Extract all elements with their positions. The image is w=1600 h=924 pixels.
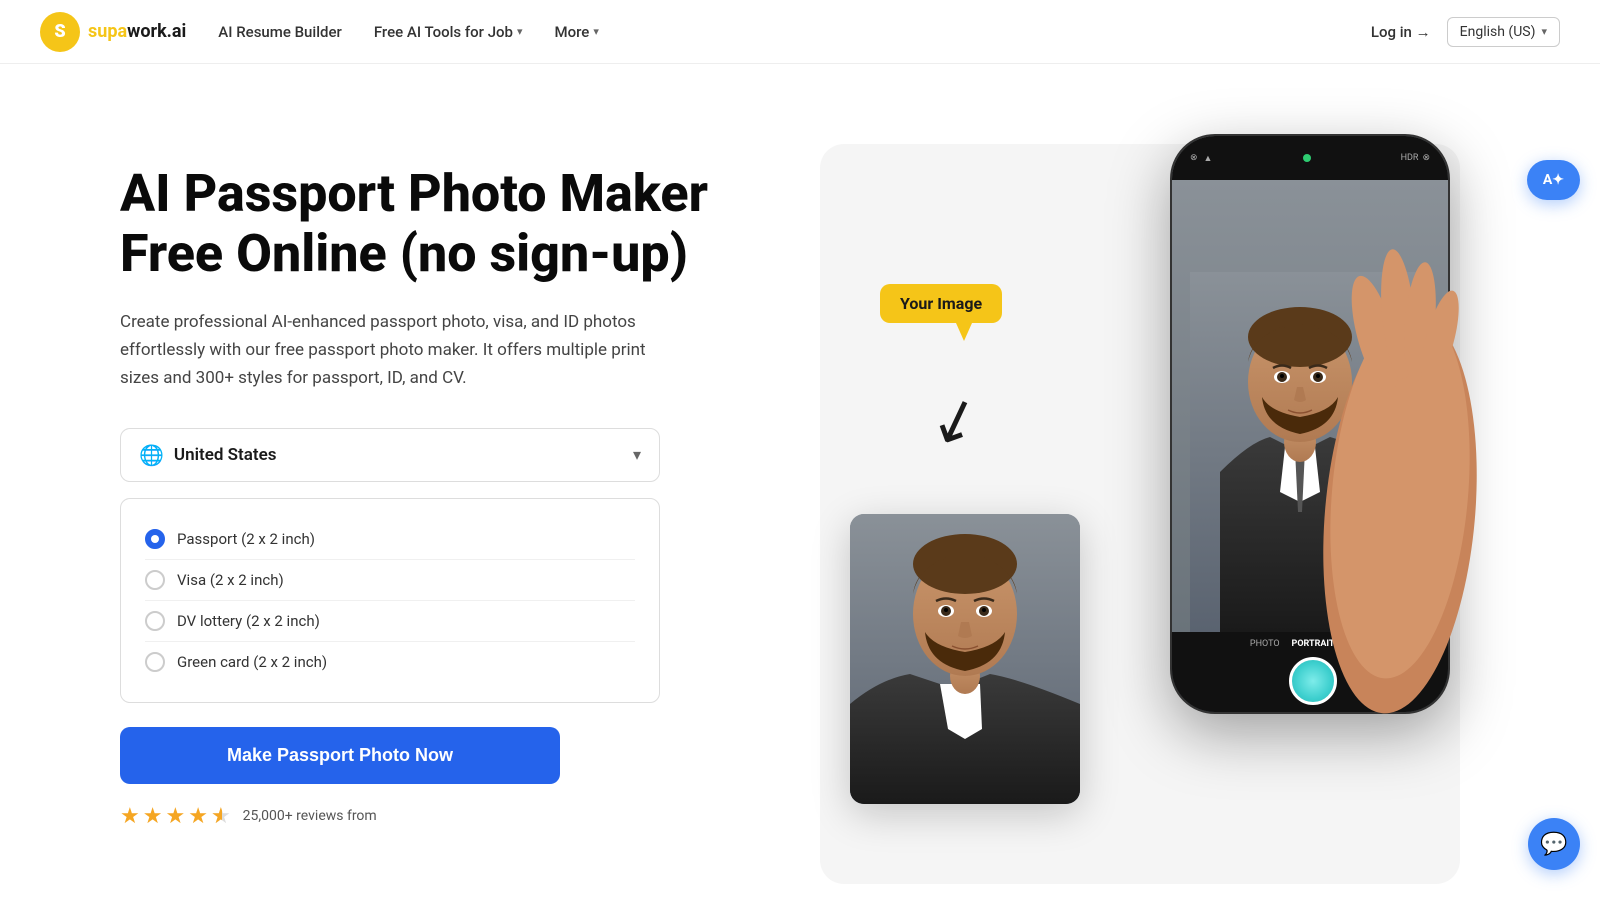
star-2: ★ bbox=[143, 804, 163, 829]
chevron-down-icon: ▾ bbox=[1541, 25, 1547, 38]
logo-text: supawork.ai bbox=[88, 21, 186, 42]
chevron-down-icon: ▾ bbox=[633, 445, 641, 464]
star-3: ★ bbox=[165, 804, 185, 829]
radio-dv-lottery[interactable] bbox=[145, 611, 165, 631]
star-1: ★ bbox=[120, 804, 140, 829]
page-title: AI Passport Photo Maker Free Online (no … bbox=[120, 164, 820, 284]
page-description: Create professional AI-enhanced passport… bbox=[120, 308, 680, 392]
option-green-card-label: Green card (2 x 2 inch) bbox=[177, 653, 327, 671]
right-panel: Your Image ↙ bbox=[820, 104, 1520, 884]
logo-icon: S bbox=[40, 12, 80, 52]
country-selector[interactable]: 🌐 United States ▾ bbox=[120, 428, 660, 482]
option-visa[interactable]: Visa (2 x 2 inch) bbox=[145, 559, 635, 600]
make-passport-photo-button[interactable]: Make Passport Photo Now bbox=[120, 727, 560, 784]
output-photo-card bbox=[850, 514, 1080, 804]
nav-free-tools[interactable]: Free AI Tools for Job ▾ bbox=[374, 23, 523, 41]
chevron-down-icon: ▾ bbox=[593, 25, 599, 38]
photo-options-panel: Passport (2 x 2 inch) Visa (2 x 2 inch) … bbox=[120, 498, 660, 703]
login-button[interactable]: Log in → bbox=[1371, 23, 1431, 41]
hand-svg bbox=[1290, 214, 1490, 734]
phone-controls: HDR ⊗ bbox=[1401, 153, 1430, 163]
radio-visa[interactable] bbox=[145, 570, 165, 590]
option-dv-lottery[interactable]: DV lottery (2 x 2 inch) bbox=[145, 600, 635, 641]
navbar-right: Log in → English (US) ▾ bbox=[1371, 17, 1560, 47]
globe-icon: 🌐 bbox=[139, 443, 164, 467]
phone-status: ⊗ ▲ bbox=[1190, 153, 1212, 164]
navbar-left: S supawork.ai AI Resume Builder Free AI … bbox=[40, 12, 599, 52]
hand-illustration bbox=[1290, 214, 1490, 714]
left-panel: AI Passport Photo Maker Free Online (no … bbox=[120, 124, 820, 829]
navbar: S supawork.ai AI Resume Builder Free AI … bbox=[0, 0, 1600, 64]
phone-mockup: ⊗ ▲ HDR ⊗ bbox=[1160, 134, 1460, 754]
ai-float-badge[interactable]: A✦ bbox=[1527, 160, 1580, 200]
option-visa-label: Visa (2 x 2 inch) bbox=[177, 571, 284, 589]
chevron-down-icon: ▾ bbox=[517, 25, 523, 38]
phone-top-bar: ⊗ ▲ HDR ⊗ bbox=[1172, 136, 1448, 180]
language-selector[interactable]: English (US) ▾ bbox=[1447, 17, 1560, 47]
star-rating: ★ ★ ★ ★ ★ ★ bbox=[120, 804, 231, 829]
option-dv-lottery-label: DV lottery (2 x 2 inch) bbox=[177, 612, 320, 630]
logo[interactable]: S supawork.ai bbox=[40, 12, 186, 52]
option-passport-label: Passport (2 x 2 inch) bbox=[177, 530, 315, 548]
main-content: AI Passport Photo Maker Free Online (no … bbox=[0, 64, 1600, 924]
nav-resume-builder[interactable]: AI Resume Builder bbox=[218, 23, 342, 41]
star-5-half: ★ ★ bbox=[211, 804, 231, 829]
radio-green-card[interactable] bbox=[145, 652, 165, 672]
option-green-card[interactable]: Green card (2 x 2 inch) bbox=[145, 641, 635, 682]
your-image-bubble: Your Image bbox=[880, 284, 1002, 323]
chat-button[interactable]: 💬 bbox=[1528, 818, 1580, 870]
nav-more[interactable]: More ▾ bbox=[555, 23, 599, 41]
option-passport[interactable]: Passport (2 x 2 inch) bbox=[145, 519, 635, 559]
output-photo-preview bbox=[850, 514, 1080, 804]
reviews-text: 25,000+ reviews from bbox=[243, 808, 377, 824]
star-4: ★ bbox=[188, 804, 208, 829]
placeholder-left bbox=[1249, 671, 1269, 691]
camera-indicator bbox=[1303, 154, 1311, 162]
ai-badge-label: A✦ bbox=[1543, 172, 1564, 188]
chat-icon: 💬 bbox=[1540, 832, 1567, 857]
radio-passport[interactable] bbox=[145, 529, 165, 549]
country-left: 🌐 United States bbox=[139, 443, 276, 467]
reviews-row: ★ ★ ★ ★ ★ ★ 25,000+ reviews from bbox=[120, 804, 820, 829]
country-name: United States bbox=[174, 445, 277, 465]
output-person-svg bbox=[850, 514, 1080, 804]
